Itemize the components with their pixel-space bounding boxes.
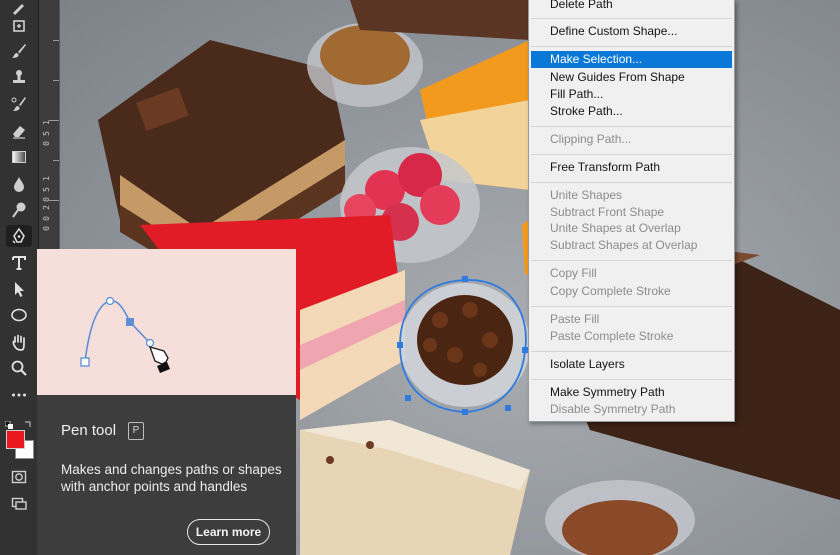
ruler-label: 1 (42, 120, 51, 125)
ruler-label: 0 (42, 226, 51, 231)
pen-icon[interactable] (6, 225, 32, 247)
menu-item-unite-shapes-at-overlap: Unite Shapes at Overlap (550, 221, 681, 235)
ruler-label: 0 (42, 141, 51, 146)
menu-item-subtract-front-shape: Subtract Front Shape (550, 205, 665, 219)
menu-item-new-guides-from-shape[interactable]: New Guides From Shape (531, 69, 732, 86)
menu-item-subtract-shapes-at-overlap: Subtract Shapes at Overlap (550, 238, 698, 252)
gradient-icon[interactable] (6, 146, 32, 168)
type-icon[interactable] (6, 252, 32, 274)
swap-colors-icon[interactable] (24, 413, 32, 427)
menu-separator (531, 306, 732, 307)
menu-item-stroke-path[interactable]: Stroke Path... (531, 103, 732, 120)
menu-item-paste-complete-stroke: Paste Complete Stroke (550, 329, 674, 343)
zoom-icon[interactable] (6, 357, 32, 379)
menu-separator (531, 182, 732, 183)
menu-item-make-symmetry-path[interactable]: Make Symmetry Path (531, 384, 732, 401)
menu-item-clipping-path: Clipping Path... (550, 132, 632, 146)
menu-item-free-transform-path[interactable]: Free Transform Path (531, 159, 732, 176)
menu-separator (531, 351, 732, 352)
clone-stamp-icon[interactable] (6, 66, 32, 88)
blur-drop-icon[interactable] (6, 173, 32, 195)
menu-item-make-selection[interactable]: Make Selection... (531, 51, 732, 68)
default-colors-icon[interactable] (4, 414, 13, 429)
menu-separator (531, 154, 732, 155)
quick-mask-icon[interactable] (6, 466, 32, 488)
eraser-icon[interactable] (6, 120, 32, 142)
path-selection-icon[interactable] (6, 278, 32, 300)
menu-item-define-custom-shape[interactable]: Define Custom Shape... (531, 23, 732, 40)
ruler-label: 5 (42, 187, 51, 192)
tooltip-illustration (37, 249, 296, 395)
ruler-label: 2 (42, 205, 51, 210)
spot-healing-icon[interactable] (6, 15, 32, 37)
menu-item-delete-path[interactable]: Delete Path (531, 0, 732, 13)
menu-item-copy-fill: Copy Fill (550, 266, 597, 280)
history-brush-icon[interactable] (6, 93, 32, 115)
paintbrush-icon[interactable] (6, 40, 32, 62)
menu-separator (531, 126, 732, 127)
menu-item-isolate-layers[interactable]: Isolate Layers (531, 356, 732, 373)
ruler-label: 1 (42, 176, 51, 181)
menu-item-disable-symmetry-path: Disable Symmetry Path (550, 402, 676, 416)
menu-separator (531, 379, 732, 380)
foreground-color-swatch[interactable] (6, 430, 25, 449)
screen-mode-icon[interactable] (6, 492, 32, 514)
path-context-menu: Delete Path Define Custom Shape... Make … (528, 0, 735, 422)
dodge-icon[interactable] (6, 199, 32, 221)
menu-separator (531, 46, 732, 47)
ruler-label: 0 (42, 197, 51, 202)
tooltip-description: Makes and changes paths or shapes with a… (61, 462, 282, 494)
menu-separator (531, 260, 732, 261)
tooltip-title: Pen tool (61, 422, 117, 439)
pen-tool-tooltip: Pen tool P Makes and changes paths or sh… (37, 249, 296, 555)
menu-item-fill-path[interactable]: Fill Path... (531, 86, 732, 103)
tooltip-shortcut-key: P (128, 422, 144, 440)
menu-item-copy-complete-stroke: Copy Complete Stroke (550, 284, 671, 298)
tools-panel (0, 0, 39, 555)
learn-more-button[interactable]: Learn more (187, 519, 270, 545)
ruler-label: 5 (42, 131, 51, 136)
menu-item-unite-shapes: Unite Shapes (550, 188, 623, 202)
menu-item-paste-fill: Paste Fill (550, 312, 600, 326)
hand-icon[interactable] (6, 331, 32, 353)
ellipse-icon[interactable] (6, 304, 32, 326)
menu-separator (531, 18, 732, 19)
more-tools-icon[interactable] (6, 384, 32, 406)
ruler-label: 0 (42, 216, 51, 221)
